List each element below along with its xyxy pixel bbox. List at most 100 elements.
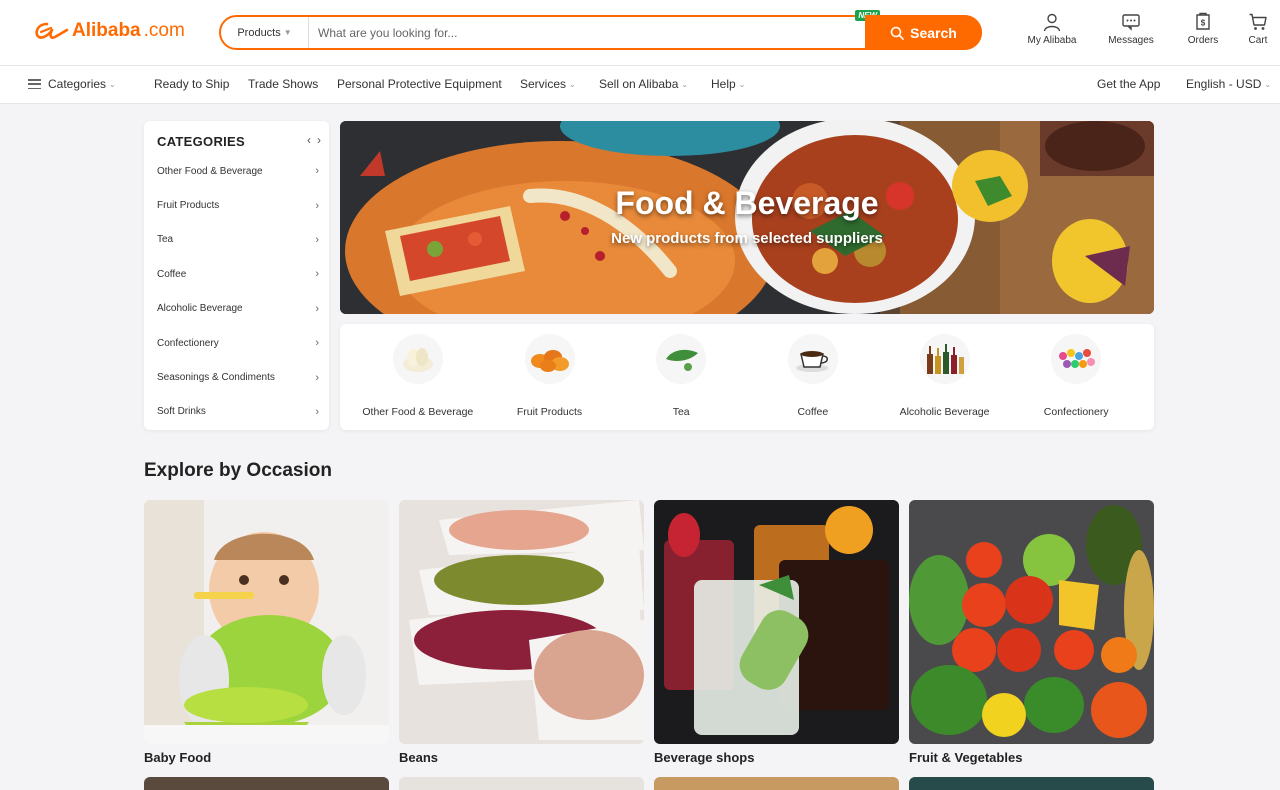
search-category-label: Products: [237, 26, 281, 39]
sidebar-item-label: Tea: [157, 234, 174, 246]
sidebar-item-label: Coffee: [157, 268, 187, 280]
garlic-icon: [392, 334, 443, 384]
get-the-app-link[interactable]: Get the App: [1097, 77, 1160, 91]
sidebar-item-soft-drinks[interactable]: Soft Drinks ›: [144, 395, 329, 429]
occasion-card-row2-4[interactable]: [909, 777, 1154, 790]
category-fruit-products[interactable]: Fruit Products: [484, 324, 616, 430]
sidebar-item-seasonings[interactable]: Seasonings & Condiments ›: [144, 360, 329, 394]
category-tea[interactable]: Tea: [615, 324, 747, 430]
chevron-right-icon: ›: [315, 337, 319, 350]
search-icon: [890, 26, 904, 40]
nav-ppe[interactable]: Personal Protective Equipment: [337, 77, 502, 91]
sidebar-item-label: Seasonings & Condiments: [157, 372, 275, 384]
occasion-card-beverage-shops[interactable]: Beverage shops: [654, 500, 899, 765]
search-bar: Products ▼ NEW Search: [219, 10, 982, 50]
search-input[interactable]: [309, 17, 950, 48]
sidebar-list: Other Food & Beverage › Fruit Products › T…: [144, 154, 329, 429]
sidebar-item-alcoholic-beverage[interactable]: Alcoholic Beverage ›: [144, 292, 329, 326]
cart-icon: [1249, 13, 1267, 30]
orders-label: Orders: [1187, 35, 1219, 46]
category-confectionery[interactable]: Confectionery: [1010, 324, 1142, 430]
category-other-food-beverage[interactable]: Other Food & Beverage: [352, 324, 484, 430]
chevron-down-icon: ⌄: [738, 79, 746, 89]
category-alcoholic-beverage[interactable]: Alcoholic Beverage: [879, 324, 1011, 430]
occasion-label: Fruit & Vegetables: [909, 750, 1023, 765]
dried-apricot-icon: [524, 334, 575, 384]
svg-text:$: $: [1201, 19, 1206, 28]
category-coffee[interactable]: Coffee: [747, 324, 879, 430]
nav-sell-label: Sell on Alibaba: [599, 77, 679, 91]
bottles-icon: [919, 334, 970, 384]
nav-ready-to-ship[interactable]: Ready to Ship: [154, 77, 229, 91]
fruit-vegetables-image: [909, 500, 1154, 744]
sidebar-pager: ‹ ›: [307, 133, 321, 147]
main-nav: Categories ⌄ Ready to Ship Trade Shows P…: [0, 66, 1280, 104]
nav-services[interactable]: Services ⌄: [520, 77, 576, 91]
hero-banner[interactable]: Food & Beverage New products from select…: [340, 121, 1154, 314]
my-alibaba-button[interactable]: My Alibaba: [1020, 12, 1084, 46]
nav-trade-shows[interactable]: Trade Shows: [248, 77, 318, 91]
logo-text: Alibaba: [72, 20, 141, 41]
sidebar-item-label: Fruit Products: [157, 200, 220, 212]
nav-trade-shows-label: Trade Shows: [248, 77, 319, 91]
hero-subtitle: New products from selected suppliers: [611, 230, 883, 247]
header: Alibaba.com Products ▼ NEW Search My Ali…: [0, 0, 1280, 66]
chevron-right-icon: ›: [315, 268, 319, 281]
search-category-dropdown[interactable]: Products ▼: [221, 17, 309, 48]
orders-icon: $: [1196, 12, 1210, 30]
category-strip: Other Food & Beverage Fruit Products Tea…: [340, 324, 1154, 430]
sidebar-item-coffee[interactable]: Coffee ›: [144, 257, 329, 291]
chevron-down-icon: ⌄: [569, 79, 576, 89]
messages-button[interactable]: Messages: [1094, 12, 1168, 46]
nav-categories[interactable]: Categories ⌄: [28, 77, 116, 91]
chevron-down-icon: ▼: [283, 28, 292, 37]
sidebar-item-fruit-products[interactable]: Fruit Products ›: [144, 188, 329, 222]
sidebar-item-confectionery[interactable]: Confectionery ›: [144, 326, 329, 360]
occasion-card-beans[interactable]: Beans: [399, 500, 644, 765]
occasion-card-baby-food[interactable]: Baby Food: [144, 500, 389, 765]
orders-button[interactable]: $ Orders: [1178, 12, 1228, 46]
baby-food-image: [144, 500, 389, 744]
chevron-right-icon: ›: [315, 371, 319, 384]
chevron-right-icon[interactable]: ›: [317, 133, 321, 147]
chevron-left-icon[interactable]: ‹: [307, 133, 311, 147]
chevron-down-icon: ⌄: [1264, 79, 1272, 89]
nav-help[interactable]: Help ⌄: [711, 77, 745, 91]
category-label: Tea: [672, 406, 690, 418]
sidebar-item-tea[interactable]: Tea ›: [144, 223, 329, 257]
beans-image: [399, 500, 644, 744]
my-alibaba-label: My Alibaba: [1027, 35, 1077, 46]
nav-sell-on-alibaba[interactable]: Sell on Alibaba ⌄: [599, 77, 688, 91]
language-currency-selector[interactable]: English - USD ⌄: [1186, 77, 1271, 91]
occasion-card-row2-1[interactable]: [144, 777, 389, 790]
nav-ready-to-ship-label: Ready to Ship: [154, 77, 230, 91]
beverage-shops-image: [654, 500, 899, 744]
occasion-card-row2-2[interactable]: [399, 777, 644, 790]
occasion-label: Beans: [399, 750, 439, 765]
explore-section-title: Explore by Occasion: [144, 460, 332, 481]
category-label: Confectionery: [1043, 406, 1109, 418]
sidebar-item-label: Alcoholic Beverage: [157, 303, 243, 315]
occasion-card-fruit-vegetables[interactable]: Fruit & Vegetables: [909, 500, 1154, 765]
alibaba-logo[interactable]: Alibaba .com: [33, 20, 185, 42]
category-label: Fruit Products: [516, 406, 583, 418]
logo-suffix: .com: [143, 20, 185, 41]
chevron-down-icon: ⌄: [681, 79, 689, 89]
coffee-cup-icon: [787, 334, 838, 384]
tea-leaf-icon: [656, 334, 707, 384]
occasion-label: Baby Food: [144, 750, 212, 765]
language-label: English - USD: [1186, 77, 1262, 91]
category-label: Coffee: [797, 406, 829, 418]
get-the-app-label: Get the App: [1097, 77, 1161, 91]
sidebar-title: CATEGORIES: [157, 134, 245, 149]
candy-icon: [1051, 334, 1102, 384]
categories-sidebar: CATEGORIES ‹ › Other Food & Beverage › Fr…: [144, 121, 329, 430]
chevron-down-icon: ⌄: [109, 79, 116, 89]
nav-categories-label: Categories: [48, 77, 107, 91]
category-label: Alcoholic Beverage: [899, 406, 990, 418]
cart-button[interactable]: Cart: [1238, 12, 1278, 46]
search-button[interactable]: Search: [865, 15, 982, 50]
sidebar-item-other-food-beverage[interactable]: Other Food & Beverage ›: [144, 154, 329, 188]
occasion-card-row2-3[interactable]: [654, 777, 899, 790]
chevron-right-icon: ›: [315, 302, 319, 315]
